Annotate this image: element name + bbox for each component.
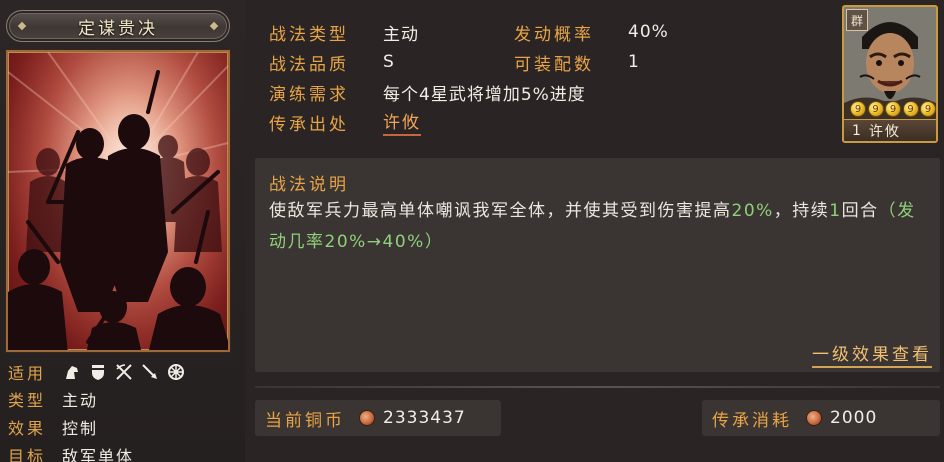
current-coins-value: 2333437 — [383, 408, 466, 428]
copper-coin-icon — [359, 410, 375, 426]
type-value: 主动 — [62, 391, 99, 410]
tactic-name-plate: 定谋贵决 — [6, 10, 230, 42]
type-row: 类型 主动 — [8, 388, 98, 410]
paren-open: （ — [878, 201, 898, 221]
target-row: 目标 敌军单体 — [8, 444, 134, 462]
training-label: 演练需求 — [269, 84, 349, 105]
description-part: ，持续 — [773, 201, 830, 221]
battle-silhouette-art — [8, 52, 228, 350]
spear-icon — [140, 362, 160, 382]
trigger-rate-value: 40% — [628, 22, 669, 42]
star-rating: 9 9 9 9 9 — [850, 101, 936, 119]
equip-count-row: 可装配数 1 — [514, 49, 640, 75]
inherit-cost-label: 传承消耗 — [712, 410, 792, 431]
general-name: 许攸 — [868, 123, 901, 140]
copper-coin-icon — [806, 410, 822, 426]
source-general-link[interactable]: 许攸 — [383, 108, 421, 136]
faction-badge: 群 — [846, 9, 868, 31]
description-part: 回合 — [841, 201, 879, 221]
tactic-detail-sidebar: 定谋贵决 适用 类型 主动 效果 控制 目标 敌军单体 — [0, 0, 245, 462]
tactic-info-panel: 战法类型 主动 发动概率 40% 战法品质 S 可装配数 1 演练需求 每个4星… — [255, 6, 835, 146]
trigger-rate-label: 发动概率 — [514, 24, 594, 45]
effect-value: 控制 — [62, 419, 99, 438]
damage-increase-value: 20% — [731, 201, 774, 221]
description-text: 使敌军兵力最高单体嘲讽我军全体，并使其受到伤害提高20%，持续1回合（发动几率2… — [269, 196, 933, 258]
description-title: 战法说明 — [269, 175, 349, 195]
source-general-card[interactable]: 群 9 9 9 9 9 1 许攸 — [842, 5, 938, 143]
troop-type-icons — [62, 362, 186, 382]
star-coin: 9 — [920, 101, 936, 117]
inherit-cost-box: 传承消耗 2000 — [702, 400, 940, 436]
current-coins-box: 当前铜币 2333437 — [255, 400, 501, 436]
star-coin: 9 — [902, 101, 919, 117]
tactic-type-row: 战法类型 主动 — [269, 19, 419, 45]
quality-label: 战法品质 — [269, 54, 349, 75]
tactic-type-label: 战法类型 — [269, 24, 349, 45]
shield-icon — [88, 362, 108, 382]
current-coins-label: 当前铜币 — [265, 410, 345, 431]
siege-icon — [166, 362, 186, 382]
tactic-name: 定谋贵决 — [78, 18, 158, 39]
tactic-type-value: 主动 — [383, 24, 419, 45]
star-coin: 9 — [867, 101, 884, 117]
trigger-rate-row: 发动概率 40% — [514, 19, 669, 45]
equip-count-label: 可装配数 — [514, 54, 594, 75]
description-part: 使敌军兵力最高单体嘲讽我军全体，并使其受到伤害提高 — [269, 201, 732, 221]
effect-label: 效果 — [8, 419, 47, 438]
applicable-label: 适用 — [8, 364, 47, 383]
type-label: 类型 — [8, 391, 47, 410]
paren-close: ） — [424, 232, 444, 252]
target-label: 目标 — [8, 447, 47, 462]
equip-count-value: 1 — [628, 52, 640, 72]
star-coin: 9 — [850, 101, 866, 117]
quality-row: 战法品质 S — [269, 49, 395, 75]
general-name-bar: 1 许攸 — [844, 119, 936, 141]
training-row: 演练需求 每个4星武将增加5%进度 — [269, 79, 586, 105]
bow-icon — [114, 362, 134, 382]
inherit-cost-value: 2000 — [830, 408, 878, 428]
star-coin: 9 — [885, 101, 901, 117]
duration-value: 1 — [829, 201, 842, 221]
training-value: 每个4星武将增加5%进度 — [383, 84, 586, 105]
section-divider — [255, 386, 940, 388]
cavalry-icon — [62, 362, 82, 382]
effect-row: 效果 控制 — [8, 416, 98, 438]
general-level: 1 — [852, 122, 863, 139]
tactic-description-box: 战法说明 使敌军兵力最高单体嘲讽我军全体，并使其受到伤害提高20%，持续1回合（… — [255, 158, 940, 372]
source-row: 传承出处 许攸 — [269, 108, 421, 136]
tactic-artwork — [6, 50, 230, 352]
applicable-troops-row: 适用 — [8, 361, 186, 383]
level-one-effect-link[interactable]: 一级效果查看 — [812, 340, 932, 368]
target-value: 敌军单体 — [62, 447, 135, 462]
quality-value: S — [383, 52, 395, 72]
source-label: 传承出处 — [269, 114, 349, 135]
